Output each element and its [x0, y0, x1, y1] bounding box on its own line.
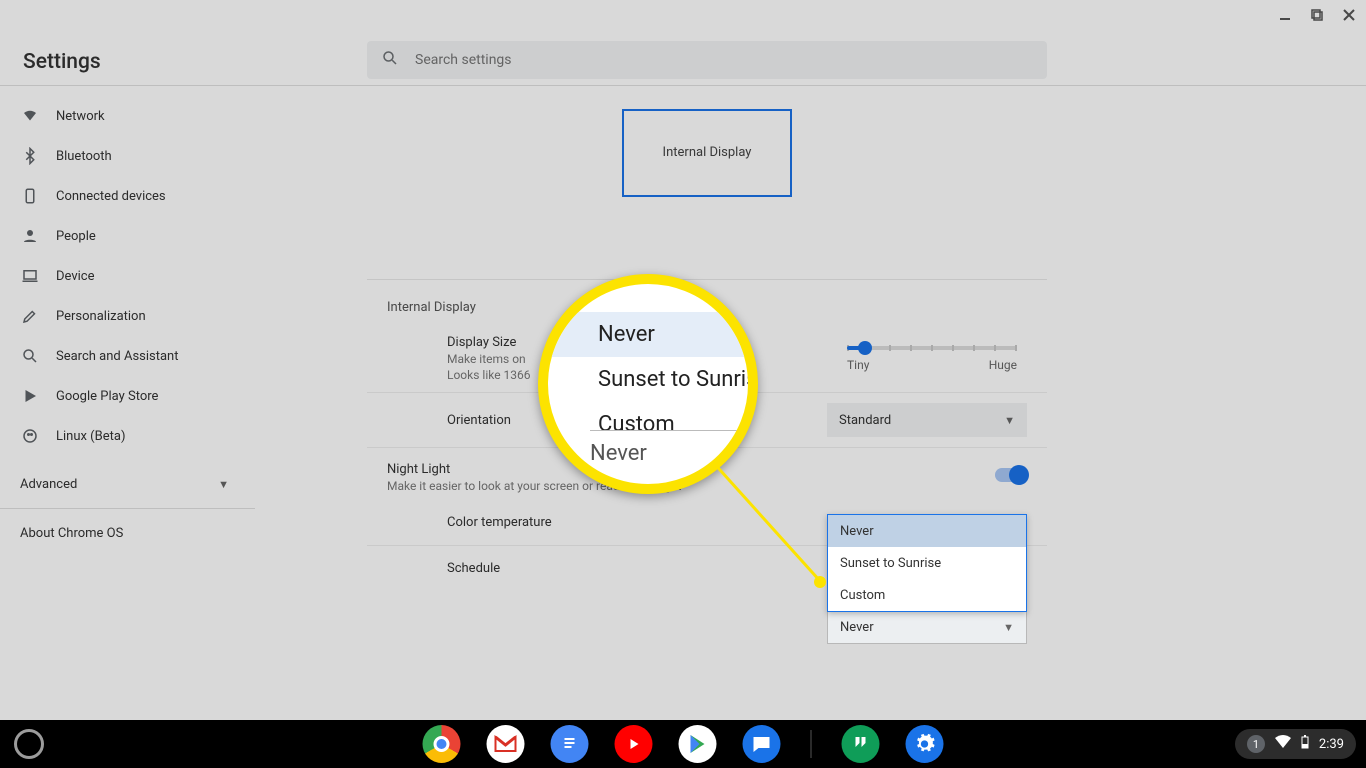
- chevron-down-icon: ▼: [1003, 621, 1014, 634]
- sidebar-item-search-assistant[interactable]: Search and Assistant: [0, 336, 255, 376]
- orientation-select[interactable]: Standard ▼: [827, 403, 1027, 437]
- sidebar-item-linux[interactable]: Linux (Beta): [0, 416, 255, 456]
- main-content: Internal Display Internal Display Displa…: [367, 86, 1047, 720]
- linux-icon: [20, 426, 40, 446]
- taskbar: 1 2:39: [0, 720, 1366, 768]
- orientation-value: Standard: [839, 413, 891, 428]
- slider-min-label: Tiny: [847, 358, 869, 372]
- schedule-select-value: Never: [840, 620, 874, 635]
- sidebar-separator: [0, 508, 255, 509]
- sidebar-item-bluetooth[interactable]: Bluetooth: [0, 136, 255, 176]
- search-icon: [20, 346, 40, 366]
- night-light-subtitle: Make it easier to look at your screen or…: [387, 479, 995, 493]
- chevron-down-icon: ▼: [1004, 414, 1015, 427]
- play-icon: [20, 386, 40, 406]
- brush-icon: [20, 306, 40, 326]
- display-size-slider[interactable]: [847, 346, 1017, 350]
- display-rect-internal[interactable]: Internal Display: [622, 109, 792, 197]
- display-size-sub1: Make items on: [447, 352, 837, 366]
- maximize-button[interactable]: [1310, 8, 1324, 22]
- orientation-label: Orientation: [447, 413, 827, 428]
- bluetooth-icon: [20, 146, 40, 166]
- clock: 2:39: [1319, 737, 1344, 752]
- person-icon: [20, 226, 40, 246]
- row-orientation: Orientation Standard ▼: [367, 392, 1047, 447]
- sidebar-item-network[interactable]: Network: [0, 96, 255, 136]
- close-button[interactable]: [1342, 8, 1356, 22]
- app-hangouts[interactable]: [842, 725, 880, 763]
- wifi-status-icon: [1275, 735, 1291, 753]
- sidebar-item-label: Device: [56, 269, 95, 284]
- launcher-button[interactable]: [14, 729, 44, 759]
- search-box[interactable]: [367, 41, 1047, 79]
- sidebar-item-play-store[interactable]: Google Play Store: [0, 376, 255, 416]
- app-play-store[interactable]: [679, 725, 717, 763]
- taskbar-apps: [423, 725, 944, 763]
- battery-status-icon: [1301, 735, 1309, 753]
- sidebar-item-personalization[interactable]: Personalization: [0, 296, 255, 336]
- sidebar-item-label: Connected devices: [56, 189, 166, 204]
- schedule-option-never[interactable]: Never: [828, 515, 1026, 547]
- sidebar-about[interactable]: About Chrome OS: [0, 513, 255, 553]
- chevron-down-icon: ▼: [218, 478, 229, 491]
- sidebar-item-label: Search and Assistant: [56, 349, 179, 364]
- sidebar: Network Bluetooth Connected devices Peop…: [0, 86, 255, 720]
- taskbar-divider: [811, 730, 812, 758]
- display-arrangement-area[interactable]: Internal Display: [367, 86, 1047, 280]
- section-title-internal-display: Internal Display: [367, 280, 1047, 325]
- about-label: About Chrome OS: [20, 526, 123, 541]
- display-size-slider-wrap: Tiny Huge: [837, 346, 1027, 372]
- header-bar: Settings: [0, 0, 1366, 86]
- row-display-size: Display Size Make items on Looks like 13…: [367, 325, 1047, 392]
- slider-max-label: Huge: [989, 358, 1017, 372]
- sidebar-item-label: Google Play Store: [56, 389, 158, 404]
- minimize-button[interactable]: [1278, 8, 1292, 22]
- laptop-icon: [20, 266, 40, 286]
- app-youtube[interactable]: [615, 725, 653, 763]
- display-size-title: Display Size: [447, 335, 837, 350]
- schedule-dropdown-menu[interactable]: Never Sunset to Sunrise Custom: [827, 514, 1027, 612]
- display-rect-label: Internal Display: [663, 145, 752, 160]
- advanced-label: Advanced: [20, 477, 77, 492]
- sidebar-item-label: Network: [56, 109, 105, 124]
- sidebar-item-label: Bluetooth: [56, 149, 112, 164]
- wifi-icon: [20, 106, 40, 126]
- page-title: Settings: [23, 50, 101, 74]
- sidebar-item-label: People: [56, 229, 96, 244]
- schedule-label: Schedule: [447, 561, 827, 576]
- schedule-select[interactable]: Never ▼: [827, 610, 1027, 644]
- search-input[interactable]: [415, 52, 1033, 68]
- system-tray[interactable]: 1 2:39: [1235, 729, 1356, 759]
- app-docs[interactable]: [551, 725, 589, 763]
- sidebar-item-device[interactable]: Device: [0, 256, 255, 296]
- app-chrome[interactable]: [423, 725, 461, 763]
- app-gmail[interactable]: [487, 725, 525, 763]
- window-controls: [1278, 8, 1356, 22]
- sidebar-item-connected-devices[interactable]: Connected devices: [0, 176, 255, 216]
- slider-thumb[interactable]: [858, 341, 872, 355]
- sidebar-item-label: Linux (Beta): [56, 429, 125, 444]
- app-messages[interactable]: [743, 725, 781, 763]
- search-icon: [381, 49, 399, 71]
- notification-badge[interactable]: 1: [1247, 735, 1265, 753]
- schedule-option-sunset[interactable]: Sunset to Sunrise: [828, 547, 1026, 579]
- phone-icon: [20, 186, 40, 206]
- display-size-sub2: Looks like 1366: [447, 368, 837, 382]
- sidebar-item-people[interactable]: People: [0, 216, 255, 256]
- night-light-title: Night Light: [387, 462, 995, 477]
- sidebar-advanced-toggle[interactable]: Advanced ▼: [0, 464, 255, 504]
- sidebar-item-label: Personalization: [56, 309, 146, 324]
- toggle-knob: [1009, 465, 1029, 485]
- color-temp-label: Color temperature: [447, 515, 827, 530]
- row-night-light: Night Light Make it easier to look at yo…: [367, 447, 1047, 499]
- night-light-toggle[interactable]: [995, 468, 1027, 482]
- schedule-option-custom[interactable]: Custom: [828, 579, 1026, 611]
- app-settings[interactable]: [906, 725, 944, 763]
